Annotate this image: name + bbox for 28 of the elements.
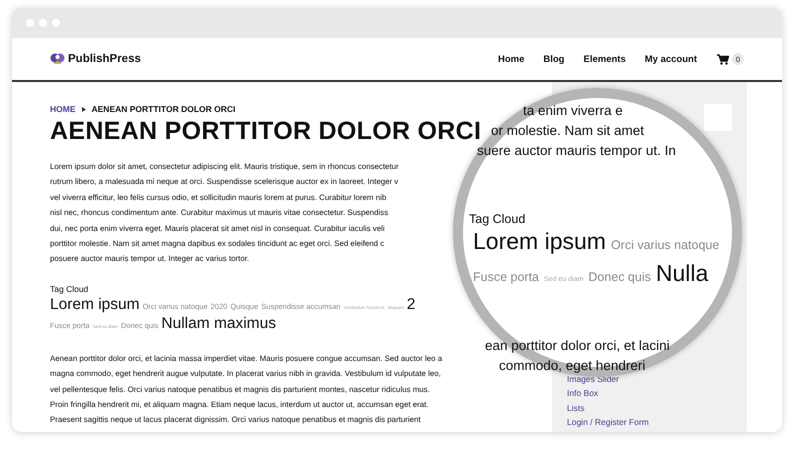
breadcrumb-current: AENEAN PORTTITOR DOLOR ORCI xyxy=(92,104,236,114)
sidebar-link[interactable]: Login / Register Form xyxy=(567,414,649,429)
triangle-right-icon xyxy=(82,106,86,112)
tag-link[interactable]: Nulla xyxy=(656,259,708,287)
sidebar-link[interactable]: Info Box xyxy=(567,386,598,401)
magnified-text-line: suere auctor mauris tempor ut. In xyxy=(477,142,676,160)
nav-link[interactable]: Home xyxy=(498,54,524,64)
tag-cloud-heading: Tag Cloud xyxy=(469,211,526,227)
breadcrumb-link[interactable]: HOME xyxy=(50,104,76,114)
magnified-text-line: or molestie. Nam sit amet xyxy=(491,122,644,140)
page-title: AENEAN PORTTITOR DOLOR ORCI xyxy=(50,117,482,145)
tag-link[interactable]: Nullam maximus xyxy=(161,316,276,332)
magnified-text-line: ean porttitor dolor orci, et lacini xyxy=(485,337,670,355)
tag-link[interactable]: Lorem ipsum xyxy=(50,296,140,313)
tag-link[interactable]: Lorem ipsum xyxy=(473,227,606,255)
nav-link[interactable]: Elements xyxy=(583,54,626,64)
nav-link[interactable]: My account xyxy=(644,54,697,64)
site-logo-text[interactable]: PublishPress xyxy=(68,53,141,65)
nav-link[interactable]: Blog xyxy=(543,54,564,64)
logo-icon xyxy=(50,52,65,66)
input-field[interactable] xyxy=(704,104,732,131)
magnified-text-line: ta enim viverra e xyxy=(523,102,623,120)
tag-cloud-heading: Tag Cloud xyxy=(50,284,88,295)
sidebar-link[interactable]: Images Slider xyxy=(567,372,619,386)
sidebar-link[interactable]: Lists xyxy=(567,400,584,415)
tag-link[interactable]: 2 xyxy=(406,296,416,313)
magnified-text-line: commodo, eget hendreri xyxy=(499,357,646,375)
cart-icon[interactable] xyxy=(717,54,729,64)
